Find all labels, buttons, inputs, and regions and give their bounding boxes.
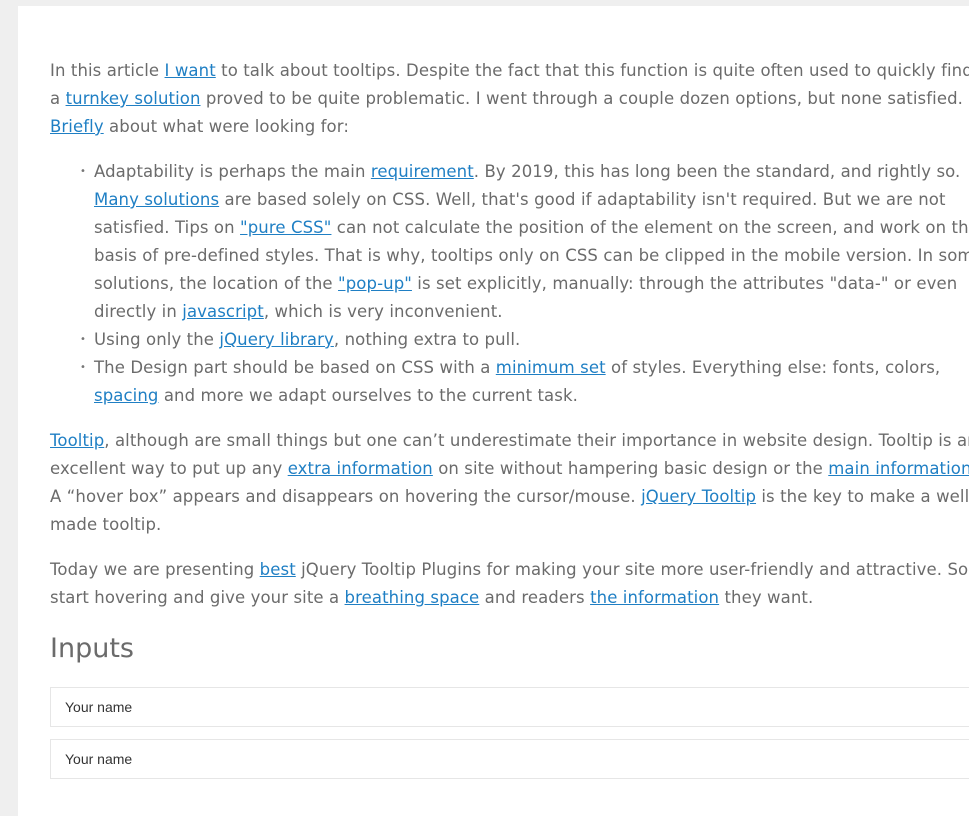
inputs-heading: Inputs — [50, 633, 134, 664]
list-item: Using only the jQuery library, nothing e… — [80, 326, 969, 354]
link-tooltip[interactable]: Tooltip — [50, 431, 104, 450]
text: The Design part should be based on CSS w… — [94, 358, 496, 377]
link-many-solutions[interactable]: Many solutions — [94, 190, 219, 209]
link-pop-up[interactable]: "pop-up" — [338, 274, 412, 293]
list-item: Adaptability is perhaps the main require… — [80, 158, 969, 326]
text: Today we are presenting — [50, 560, 260, 579]
plugins-paragraph: Today we are presenting best jQuery Tool… — [50, 556, 969, 612]
text: In this article — [50, 61, 165, 80]
link-minimum-set[interactable]: minimum set — [496, 358, 606, 377]
link-spacing[interactable]: spacing — [94, 386, 158, 405]
link-main-information[interactable]: main information — [828, 459, 969, 478]
link-briefly[interactable]: Briefly — [50, 117, 104, 136]
link-the-information[interactable]: the information — [590, 588, 719, 607]
intro-paragraph: In this article I want to talk about too… — [50, 57, 969, 141]
text: on site without hampering basic design o… — [432, 459, 829, 478]
link-javascript[interactable]: javascript — [182, 302, 264, 321]
name-input-wrapper-1 — [50, 687, 969, 727]
link-breathing-space[interactable]: breathing space — [345, 588, 480, 607]
article-card: In this article I want to talk about too… — [18, 6, 969, 816]
requirements-list: Adaptability is perhaps the main require… — [50, 158, 969, 410]
text: and readers — [479, 588, 591, 607]
text: Using only the — [94, 330, 220, 349]
text: , which is very inconvenient. — [263, 302, 503, 321]
name-input-2[interactable] — [63, 750, 969, 768]
text: Adaptability is perhaps the main — [94, 162, 371, 181]
name-input-wrapper-2 — [50, 739, 969, 779]
link-requirement[interactable]: requirement — [371, 162, 474, 181]
link-best[interactable]: best — [260, 560, 296, 579]
article-content: In this article I want to talk about too… — [50, 57, 969, 791]
link-extra-information[interactable]: extra information — [288, 459, 433, 478]
text: and more we adapt ourselves to the curre… — [158, 386, 578, 405]
link-i-want[interactable]: I want — [165, 61, 216, 80]
link-jquery-library[interactable]: jQuery library — [219, 330, 333, 349]
link-jquery-tooltip[interactable]: jQuery Tooltip — [641, 487, 756, 506]
text: proved to be quite problematic. I went t… — [200, 89, 963, 108]
text: they want. — [719, 588, 814, 607]
text: , nothing extra to pull. — [333, 330, 521, 349]
text: . By 2019, this has long been the standa… — [473, 162, 961, 181]
list-item: The Design part should be based on CSS w… — [80, 354, 969, 410]
text: about what were looking for: — [103, 117, 349, 136]
text: of styles. Everything else: fonts, color… — [605, 358, 941, 377]
link-turnkey-solution[interactable]: turnkey solution — [66, 89, 201, 108]
tooltip-paragraph: Tooltip, although are small things but o… — [50, 427, 969, 539]
link-pure-css[interactable]: "pure CSS" — [240, 218, 331, 237]
name-input-1[interactable] — [63, 698, 969, 716]
